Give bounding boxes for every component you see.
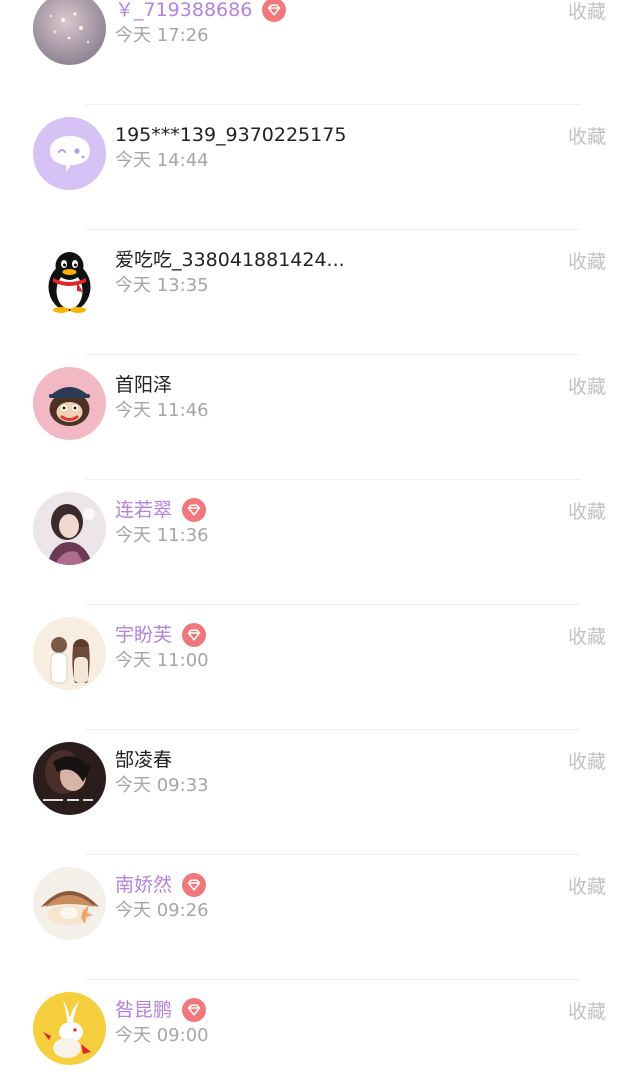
timestamp: 今天 09:00 bbox=[115, 1025, 209, 1046]
vip-diamond-icon bbox=[182, 498, 207, 522]
avatar[interactable] bbox=[33, 867, 106, 940]
username: 咎昆鹏 bbox=[115, 999, 173, 1021]
username: 南娇然 bbox=[115, 874, 173, 896]
timestamp: 今天 11:00 bbox=[115, 650, 209, 671]
timestamp: 今天 11:36 bbox=[115, 525, 209, 546]
favorites-list: ￥_719388686 今天 17:26 收藏 195***139_937022… bbox=[0, 0, 640, 1085]
username: 爱吃吃_338041881424... bbox=[115, 249, 345, 271]
list-item[interactable]: 咎昆鹏 今天 09:00 收藏 bbox=[0, 980, 640, 1085]
avatar[interactable] bbox=[33, 117, 106, 190]
favorite-button[interactable]: 收藏 bbox=[568, 499, 606, 525]
avatar[interactable] bbox=[33, 367, 106, 440]
favorite-button[interactable]: 收藏 bbox=[568, 749, 606, 775]
list-item[interactable]: 195***139_9370225175 今天 14:44 收藏 bbox=[0, 105, 640, 230]
vip-diamond-icon bbox=[182, 998, 207, 1022]
username: 郜凌春 bbox=[115, 749, 173, 771]
timestamp: 今天 17:26 bbox=[115, 25, 209, 46]
avatar[interactable] bbox=[33, 617, 106, 690]
vip-diamond-icon bbox=[182, 873, 207, 897]
favorite-button[interactable]: 收藏 bbox=[568, 874, 606, 900]
list-item[interactable]: 郜凌春 今天 09:33 收藏 bbox=[0, 730, 640, 855]
avatar[interactable] bbox=[33, 242, 106, 315]
timestamp: 今天 14:44 bbox=[115, 150, 209, 171]
favorite-button[interactable]: 收藏 bbox=[568, 374, 606, 400]
favorite-button[interactable]: 收藏 bbox=[568, 624, 606, 650]
list-item[interactable]: 爱吃吃_338041881424... 今天 13:35 收藏 bbox=[0, 230, 640, 355]
favorite-button[interactable]: 收藏 bbox=[568, 0, 606, 25]
username: 连若翠 bbox=[115, 499, 173, 521]
username: 首阳泽 bbox=[115, 374, 173, 396]
avatar[interactable] bbox=[33, 0, 106, 65]
avatar[interactable] bbox=[33, 742, 106, 815]
timestamp: 今天 09:26 bbox=[115, 900, 209, 921]
list-item[interactable]: 连若翠 今天 11:36 收藏 bbox=[0, 480, 640, 605]
username: ￥_719388686 bbox=[115, 0, 253, 21]
favorite-button[interactable]: 收藏 bbox=[568, 999, 606, 1025]
list-item[interactable]: 南娇然 今天 09:26 收藏 bbox=[0, 855, 640, 980]
avatar[interactable] bbox=[33, 492, 106, 565]
username: 宇盼芙 bbox=[115, 624, 173, 646]
vip-diamond-icon bbox=[182, 623, 207, 647]
list-item[interactable]: 宇盼芙 今天 11:00 收藏 bbox=[0, 605, 640, 730]
timestamp: 今天 09:33 bbox=[115, 775, 209, 796]
list-item[interactable]: 首阳泽 今天 11:46 收藏 bbox=[0, 355, 640, 480]
favorite-button[interactable]: 收藏 bbox=[568, 124, 606, 150]
timestamp: 今天 13:35 bbox=[115, 275, 209, 296]
username: 195***139_9370225175 bbox=[115, 124, 347, 146]
favorite-button[interactable]: 收藏 bbox=[568, 249, 606, 275]
vip-diamond-icon bbox=[262, 0, 287, 22]
list-item[interactable]: ￥_719388686 今天 17:26 收藏 bbox=[0, 0, 640, 105]
avatar[interactable] bbox=[33, 992, 106, 1065]
timestamp: 今天 11:46 bbox=[115, 400, 209, 421]
